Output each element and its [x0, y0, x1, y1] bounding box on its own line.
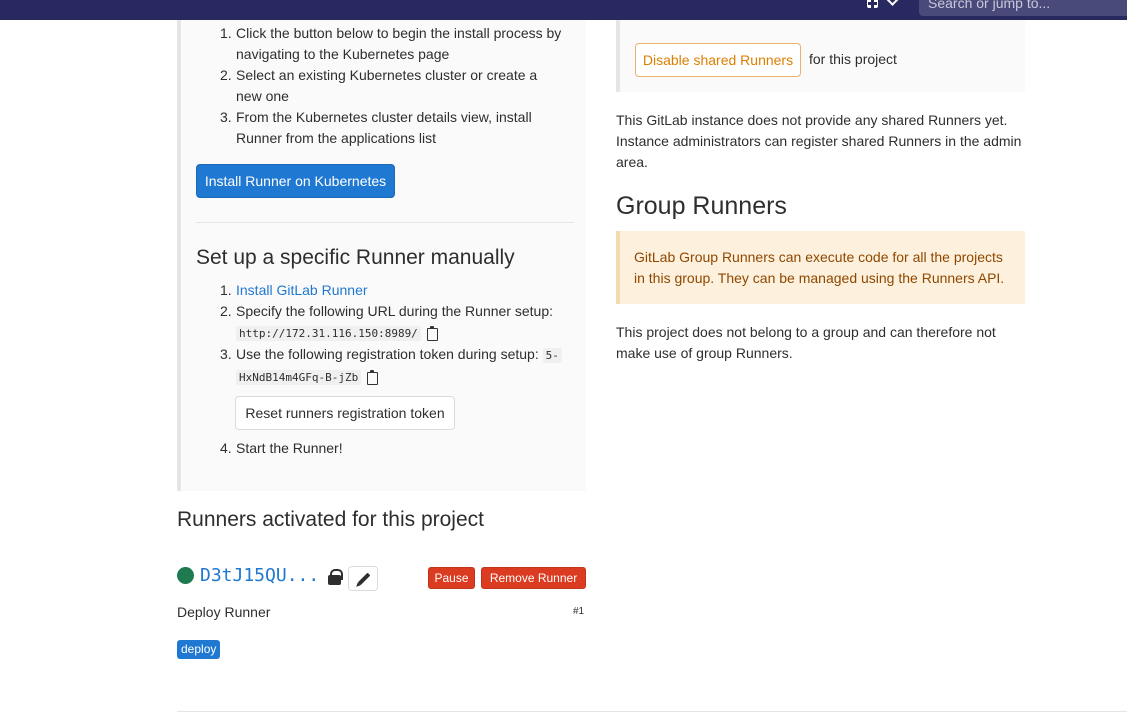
- runner-tag: deploy: [177, 640, 221, 659]
- list-item: 3. Use the following registration token d…: [181, 344, 586, 388]
- divider: [177, 711, 1127, 712]
- step-number: 1.: [220, 25, 232, 41]
- step-number: 3.: [220, 109, 232, 125]
- step-number: 2.: [220, 67, 232, 83]
- step-number: 1.: [220, 282, 232, 298]
- runner-description: Deploy Runner: [177, 604, 271, 620]
- step-text: Select an existing Kubernetes cluster or…: [236, 67, 538, 104]
- list-item: 3. From the Kubernetes cluster details vi…: [181, 107, 561, 149]
- for-project-label: for this project: [809, 51, 897, 67]
- step-text: From the Kubernetes cluster details view…: [236, 109, 532, 146]
- step-text: Use the following registration token dur…: [236, 346, 539, 362]
- remove-runner-button[interactable]: Remove Runner: [481, 567, 586, 589]
- lock-icon: [328, 569, 343, 585]
- registration-token: HxNdB14m4GFq-B-jZb: [236, 370, 362, 385]
- runner-number: #1: [573, 606, 585, 617]
- shared-runners-panel: Disable shared Runners for this project: [616, 20, 1025, 92]
- copy-url-icon[interactable]: [426, 326, 439, 342]
- list-item: 2. Select an existing Kubernetes cluster …: [181, 65, 561, 107]
- disable-shared-runners-button[interactable]: Disable shared Runners: [635, 43, 801, 77]
- group-runners-alert: GitLab Group Runners can execute code fo…: [616, 231, 1025, 304]
- chevron-down-icon[interactable]: [886, 0, 899, 6]
- reset-token-button[interactable]: Reset runners registration token: [235, 396, 455, 430]
- manual-setup-title: Set up a specific Runner manually: [196, 246, 515, 269]
- kubernetes-steps: 1. Click the button below to begin the in…: [181, 23, 586, 149]
- list-item: 2. Specify the following URL during the R…: [181, 301, 586, 344]
- group-runners-note: This project does not belong to a group …: [616, 324, 996, 361]
- manual-steps-final: 4. Start the Runner!: [181, 438, 586, 459]
- step-number: 2.: [220, 303, 232, 319]
- divider: [196, 222, 574, 223]
- edit-runner-button[interactable]: [348, 566, 378, 591]
- registration-token-part: 5-: [542, 348, 562, 363]
- install-gitlab-runner-link[interactable]: Install GitLab Runner: [236, 282, 368, 298]
- step-text: Start the Runner!: [236, 440, 343, 456]
- pause-button[interactable]: Pause: [428, 567, 475, 589]
- install-runner-kubernetes-button[interactable]: Install Runner on Kubernetes: [196, 164, 395, 198]
- pencil-icon: [357, 572, 371, 586]
- step-number: 3.: [220, 346, 232, 362]
- runner-url: http://172.31.116.150:8989/: [236, 326, 421, 341]
- activated-runners-title: Runners activated for this project: [177, 508, 484, 531]
- top-navbar: Search or jump to...: [0, 0, 1127, 20]
- copy-token-icon[interactable]: [367, 370, 379, 386]
- step-text: Specify the following URL during the Run…: [236, 303, 553, 319]
- plus-square-icon[interactable]: [867, 0, 878, 8]
- list-item: 4. Start the Runner!: [181, 438, 586, 459]
- step-number: 4.: [220, 440, 232, 456]
- runner-status-dot: [177, 567, 194, 584]
- search-input[interactable]: Search or jump to...: [919, 0, 1127, 16]
- shared-runners-info: This GitLab instance does not provide an…: [616, 112, 1022, 170]
- list-item: 1. Click the button below to begin the in…: [181, 23, 586, 65]
- specific-runner-panel: 1. Click the button below to begin the in…: [177, 20, 586, 491]
- runner-id-link[interactable]: D3tJ15QU...: [200, 565, 319, 586]
- step-text: Click the button below to begin the inst…: [236, 25, 562, 62]
- list-item: 1. Install GitLab Runner: [181, 280, 586, 301]
- manual-steps: 1. Install GitLab Runner 2. Specify the fo…: [181, 280, 586, 388]
- group-runners-title: Group Runners: [616, 192, 787, 220]
